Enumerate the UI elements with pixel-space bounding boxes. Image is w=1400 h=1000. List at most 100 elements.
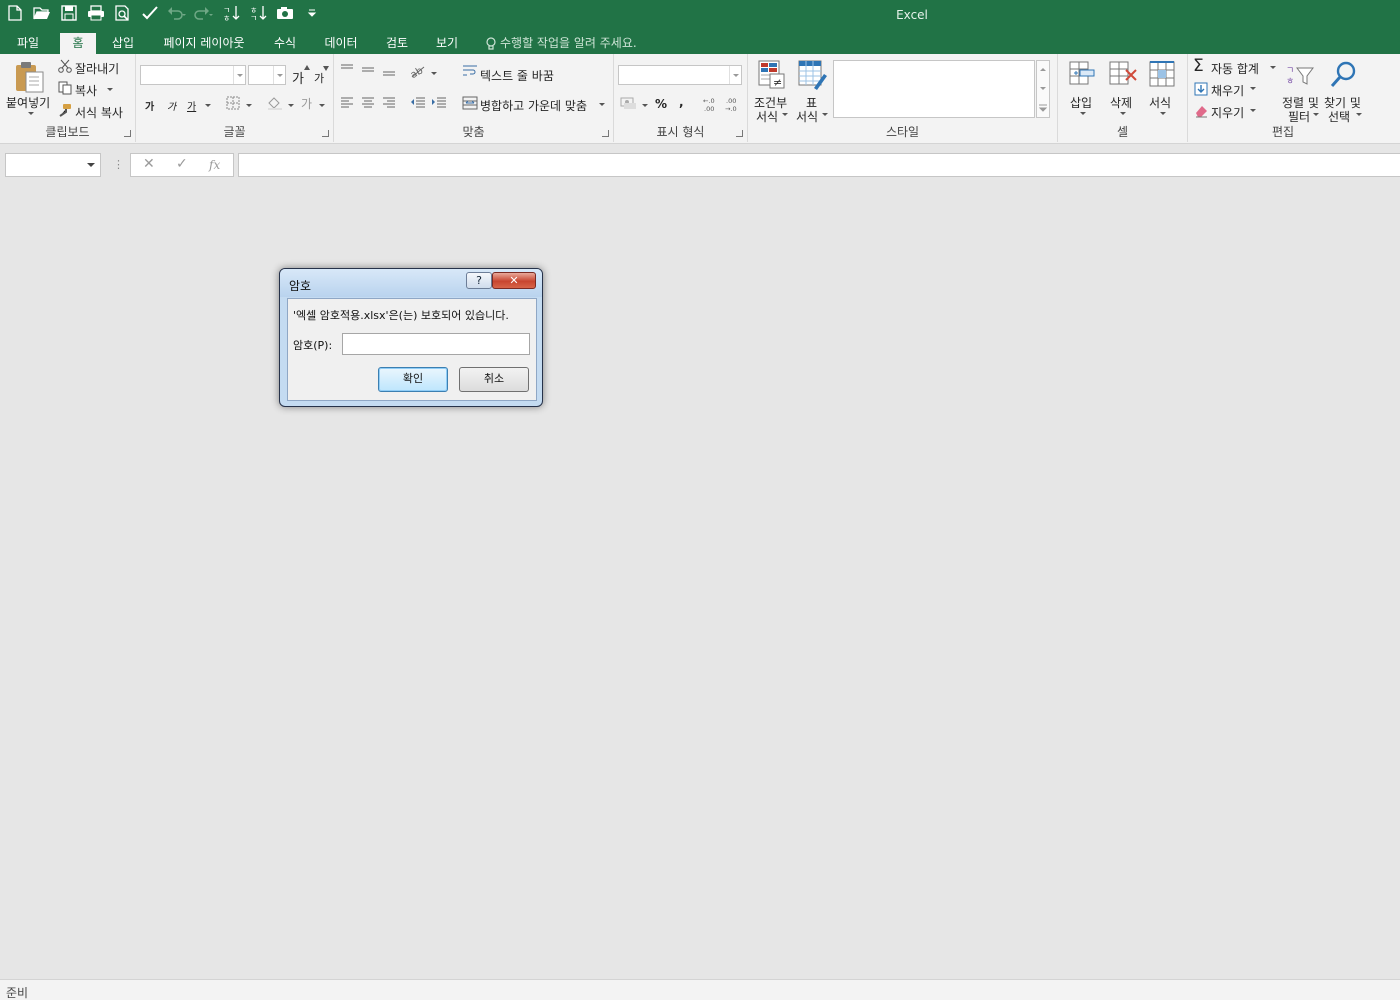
font-size-arrow[interactable] [273, 66, 285, 84]
cancel-button[interactable]: 취소 [459, 367, 529, 392]
paste-icon[interactable] [14, 60, 46, 94]
autosum-dropdown-arrow[interactable] [1270, 66, 1276, 69]
comma-button[interactable]: , [679, 95, 684, 109]
accounting-dropdown-arrow[interactable] [642, 104, 648, 107]
name-box-dropdown-arrow[interactable] [87, 163, 95, 167]
tab-data[interactable]: 데이터 [318, 33, 364, 54]
italic-button[interactable]: 가 [167, 98, 176, 113]
dialog-close-button[interactable]: ✕ [492, 272, 536, 289]
sort-filter-icon[interactable]: ㄱ ㅎ [1285, 62, 1315, 90]
autosum-button[interactable]: 자동 합계 [1211, 60, 1259, 77]
format-as-table-dropdown-arrow[interactable] [822, 113, 828, 116]
insert-cells-button[interactable]: 삽입 [1070, 94, 1092, 111]
number-launcher[interactable] [736, 130, 743, 137]
shrink-font-button[interactable]: 가 [314, 70, 324, 86]
borders-dropdown-arrow[interactable] [246, 104, 252, 107]
orientation-icon[interactable]: ab [410, 64, 426, 78]
conditional-format-dropdown-arrow[interactable] [782, 113, 788, 116]
sort-ascending-icon[interactable]: ㄱㅎ [220, 2, 242, 24]
font-launcher[interactable] [322, 130, 329, 137]
ok-button[interactable]: 확인 [378, 367, 448, 392]
grow-font-button[interactable]: 가 [292, 68, 304, 87]
insert-function-button[interactable]: fx [209, 158, 220, 172]
tab-insert[interactable]: 삽입 [104, 33, 142, 54]
format-cells-icon[interactable] [1148, 60, 1176, 88]
cancel-entry-button[interactable]: ✕ [143, 156, 155, 172]
format-painter-button[interactable]: 서식 복사 [75, 104, 123, 121]
cell-styles-gallery[interactable] [833, 60, 1035, 118]
clear-button[interactable]: 지우기 [1211, 104, 1244, 121]
tab-view[interactable]: 보기 [428, 33, 466, 54]
open-icon[interactable] [31, 2, 53, 24]
decrease-decimal-icon[interactable]: .00→.0 [724, 96, 742, 112]
insert-cells-dropdown-arrow[interactable] [1080, 112, 1086, 115]
copy-dropdown-arrow[interactable] [107, 88, 113, 91]
formula-bar-grip-icon[interactable]: ⋮ [113, 158, 124, 171]
spelling-icon[interactable] [139, 2, 161, 24]
redo-icon[interactable] [193, 2, 215, 24]
delete-cells-dropdown-arrow[interactable] [1120, 112, 1126, 115]
underline-dropdown-arrow[interactable] [205, 104, 211, 107]
name-box[interactable] [5, 153, 101, 177]
cell-styles-scrollbar[interactable] [1036, 60, 1050, 118]
align-left-icon[interactable] [340, 96, 354, 108]
format-cells-dropdown-arrow[interactable] [1160, 112, 1166, 115]
conditional-format-icon[interactable]: ≠ [758, 60, 786, 90]
print-preview-icon[interactable] [112, 2, 134, 24]
tab-page-layout[interactable]: 페이지 레이아웃 [158, 33, 250, 54]
format-cells-button[interactable]: 서식 [1149, 94, 1171, 111]
cut-button[interactable]: 잘라내기 [75, 60, 119, 77]
enter-button[interactable]: ✓ [176, 156, 188, 172]
font-name-arrow[interactable] [233, 66, 245, 84]
tab-formulas[interactable]: 수식 [266, 33, 304, 54]
decrease-indent-icon[interactable] [410, 96, 426, 108]
new-icon[interactable] [4, 2, 26, 24]
formula-input[interactable] [238, 153, 1400, 177]
tab-review[interactable]: 검토 [378, 33, 416, 54]
tab-file[interactable]: 파일 [6, 33, 50, 54]
merge-center-button[interactable]: 병합하고 가운데 맞춤 [480, 97, 587, 114]
increase-decimal-icon[interactable]: ←.0.00 [702, 96, 720, 112]
font-size-combo[interactable] [248, 65, 286, 85]
tell-me-box[interactable]: 수행할 작업을 알려 주세요. [486, 33, 637, 54]
find-select-icon[interactable] [1330, 60, 1358, 88]
sort-filter-dropdown-arrow[interactable] [1313, 113, 1319, 116]
align-middle-icon[interactable] [361, 64, 375, 76]
find-select-dropdown-arrow[interactable] [1356, 113, 1362, 116]
percent-button[interactable]: % [655, 97, 667, 111]
paste-button[interactable]: 붙여넣기 [6, 94, 50, 111]
alignment-launcher[interactable] [602, 130, 609, 137]
font-color-button[interactable]: 가 [301, 95, 312, 112]
fill-button[interactable]: 채우기 [1211, 82, 1244, 99]
delete-cells-button[interactable]: 삭제 [1110, 94, 1132, 111]
underline-button[interactable]: 가 [187, 98, 196, 113]
sort-descending-icon[interactable]: ㅎㄱ [247, 2, 269, 24]
fill-color-dropdown-arrow[interactable] [288, 104, 294, 107]
accounting-format-icon[interactable] [620, 96, 638, 110]
orientation-dropdown-arrow[interactable] [431, 72, 437, 75]
align-top-icon[interactable] [340, 64, 354, 76]
dialog-help-button[interactable]: ? [466, 272, 492, 289]
fill-dropdown-arrow[interactable] [1250, 87, 1256, 90]
undo-icon[interactable] [166, 2, 188, 24]
format-as-table-icon[interactable] [798, 60, 828, 90]
camera-icon[interactable] [274, 2, 296, 24]
copy-button[interactable]: 복사 [75, 82, 97, 99]
bold-button[interactable]: 가 [145, 98, 154, 113]
print-icon[interactable] [85, 2, 107, 24]
tab-home[interactable]: 홈 [60, 33, 96, 54]
customize-icon[interactable] [301, 2, 323, 24]
clear-dropdown-arrow[interactable] [1250, 109, 1256, 112]
wrap-text-button[interactable]: 텍스트 줄 바꿈 [480, 67, 554, 84]
password-input[interactable] [342, 333, 530, 355]
merge-center-dropdown-arrow[interactable] [599, 103, 605, 106]
borders-icon[interactable] [226, 96, 240, 110]
delete-cells-icon[interactable] [1108, 60, 1138, 88]
font-color-dropdown-arrow[interactable] [319, 104, 325, 107]
insert-cells-icon[interactable] [1068, 60, 1096, 88]
align-bottom-icon[interactable] [382, 64, 396, 76]
fill-color-icon[interactable] [267, 96, 283, 110]
clipboard-launcher[interactable] [124, 130, 131, 137]
paste-dropdown-arrow[interactable] [28, 112, 34, 115]
increase-indent-icon[interactable] [431, 96, 447, 108]
